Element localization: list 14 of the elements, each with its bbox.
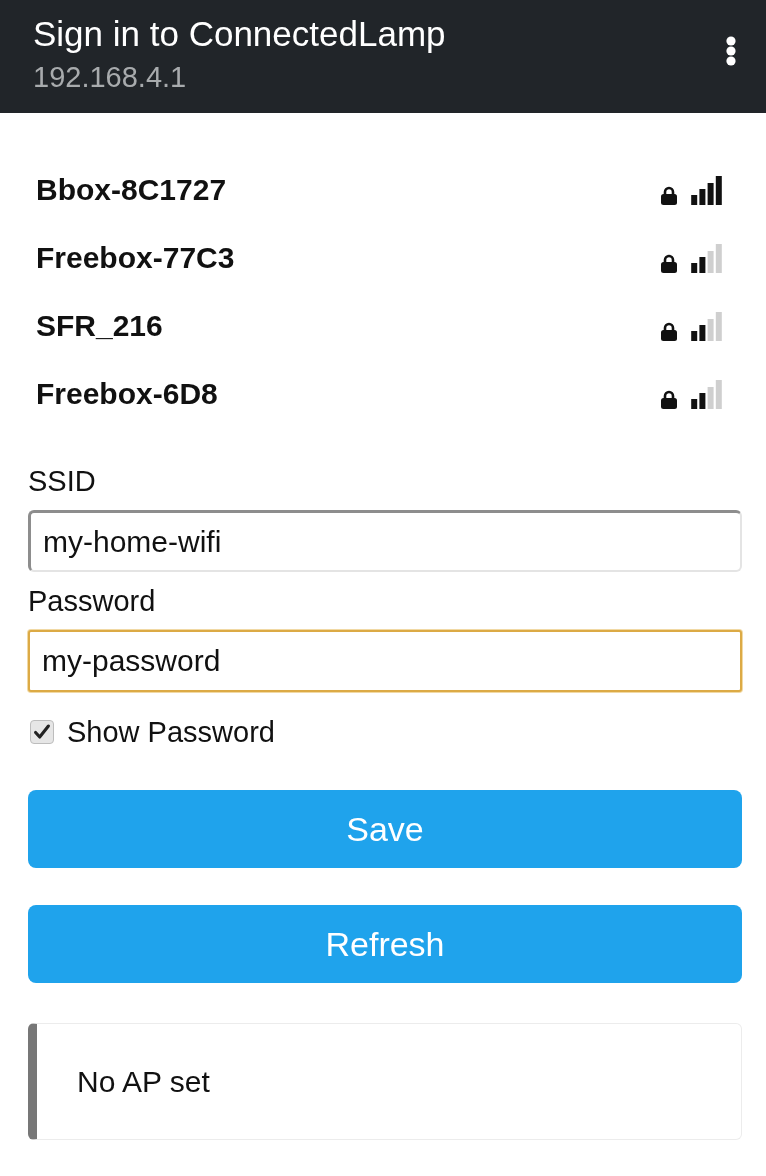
input-field[interactable]: my-home-wifi <box>28 510 742 572</box>
network-name[interactable]: SFR_216 <box>36 309 661 343</box>
input-field[interactable]: my-password <box>28 630 742 692</box>
field-label: Password <box>28 584 157 618</box>
message-text: No AP set <box>77 1064 210 1099</box>
checkbox[interactable] <box>30 720 54 744</box>
page-address: 192.168.4.1 <box>33 60 188 95</box>
field-label: SSID <box>28 464 97 498</box>
network-name[interactable]: Freebox-6D8 <box>36 377 661 411</box>
network-name[interactable]: Bbox-8C1727 <box>36 173 661 207</box>
more-menu-icon[interactable] <box>726 36 736 66</box>
page-title: Sign in to ConnectedLamp <box>33 13 446 55</box>
network-name[interactable]: Freebox-77C3 <box>36 241 661 275</box>
checkbox-label: Show Password <box>67 715 275 749</box>
